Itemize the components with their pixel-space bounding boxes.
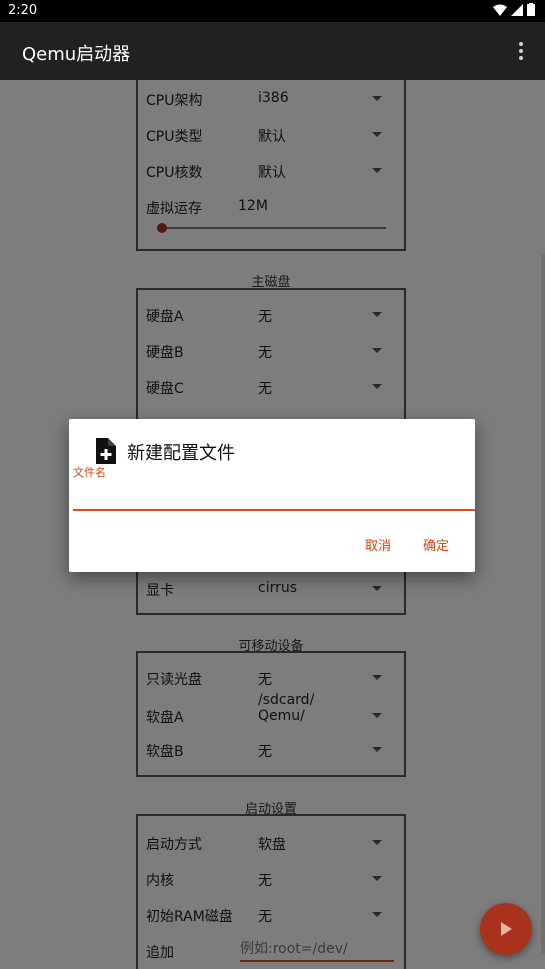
new-config-dialog: 新建配置文件 文件名 取消 确定 — [69, 419, 475, 572]
add-file-icon — [96, 438, 116, 464]
status-time: 2:20 — [8, 3, 38, 18]
app-bar: Qemu启动器 — [0, 22, 545, 80]
battery-icon — [527, 3, 535, 16]
run-button[interactable] — [480, 903, 532, 955]
signal-icon — [511, 3, 523, 16]
wifi-icon — [493, 4, 507, 16]
dialog-title: 新建配置文件 — [127, 443, 235, 464]
cancel-button[interactable]: 取消 — [365, 535, 391, 554]
overflow-menu-icon[interactable] — [511, 40, 531, 62]
filename-input[interactable] — [73, 477, 475, 511]
app-title: Qemu启动器 — [22, 44, 131, 65]
status-icons — [493, 3, 535, 16]
play-icon — [501, 922, 512, 936]
status-bar: 2:20 — [0, 0, 545, 22]
ok-button[interactable]: 确定 — [423, 535, 449, 554]
